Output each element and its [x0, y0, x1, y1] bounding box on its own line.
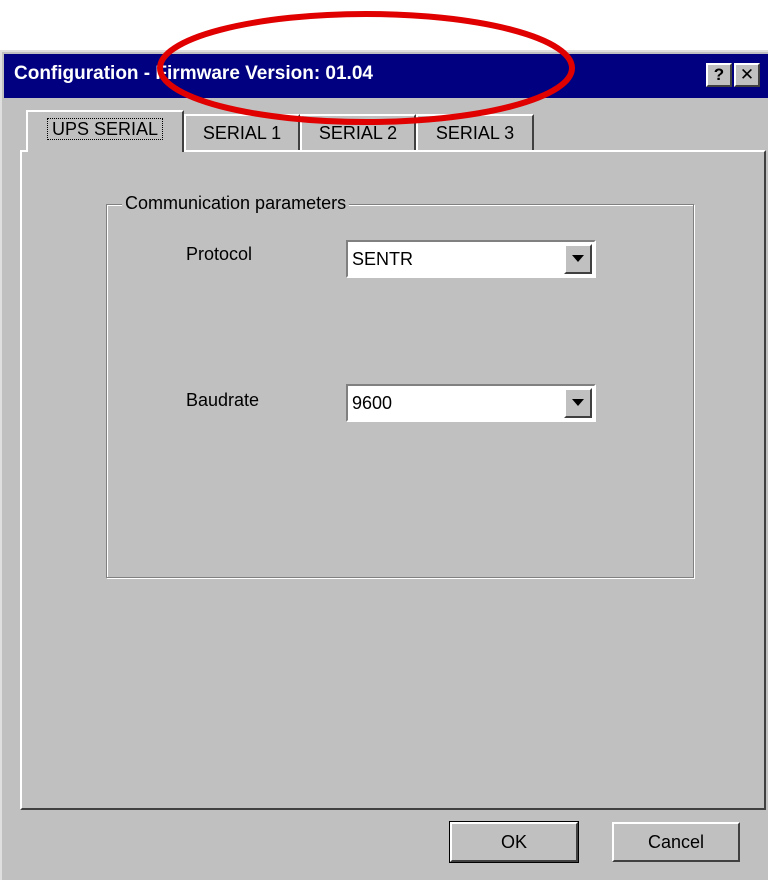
tab-label: SERIAL 2	[318, 123, 398, 143]
protocol-select[interactable]: SENTR	[346, 240, 596, 278]
help-button[interactable]: ?	[706, 63, 732, 87]
tab-serial-2[interactable]: SERIAL 2	[300, 114, 416, 152]
group-title: Communication parameters	[122, 193, 350, 214]
cancel-button[interactable]: Cancel	[612, 822, 740, 862]
tab-label: UPS SERIAL	[46, 118, 164, 140]
close-button[interactable]: ✕	[734, 63, 760, 87]
tab-ups-serial[interactable]: UPS SERIAL	[26, 110, 184, 152]
protocol-dropdown-button[interactable]	[564, 244, 592, 274]
protocol-label: Protocol	[186, 244, 253, 264]
tab-serial-3[interactable]: SERIAL 3	[416, 114, 534, 152]
tab-label: SERIAL 1	[202, 123, 282, 143]
ok-button[interactable]: OK	[449, 821, 579, 863]
baudrate-value: 9600	[352, 393, 393, 413]
protocol-value: SENTR	[352, 249, 414, 269]
tab-serial-1[interactable]: SERIAL 1	[184, 114, 300, 152]
chevron-down-icon	[572, 399, 584, 406]
chevron-down-icon	[572, 255, 584, 262]
baudrate-dropdown-button[interactable]	[564, 388, 592, 418]
baudrate-label: Baudrate	[186, 390, 260, 410]
title-bar: Configuration - Firmware Version: 01.04 …	[4, 54, 768, 98]
baudrate-select[interactable]: 9600	[346, 384, 596, 422]
tab-label: SERIAL 3	[435, 123, 515, 143]
window-title: Configuration - Firmware Version: 01.04	[14, 63, 373, 84]
